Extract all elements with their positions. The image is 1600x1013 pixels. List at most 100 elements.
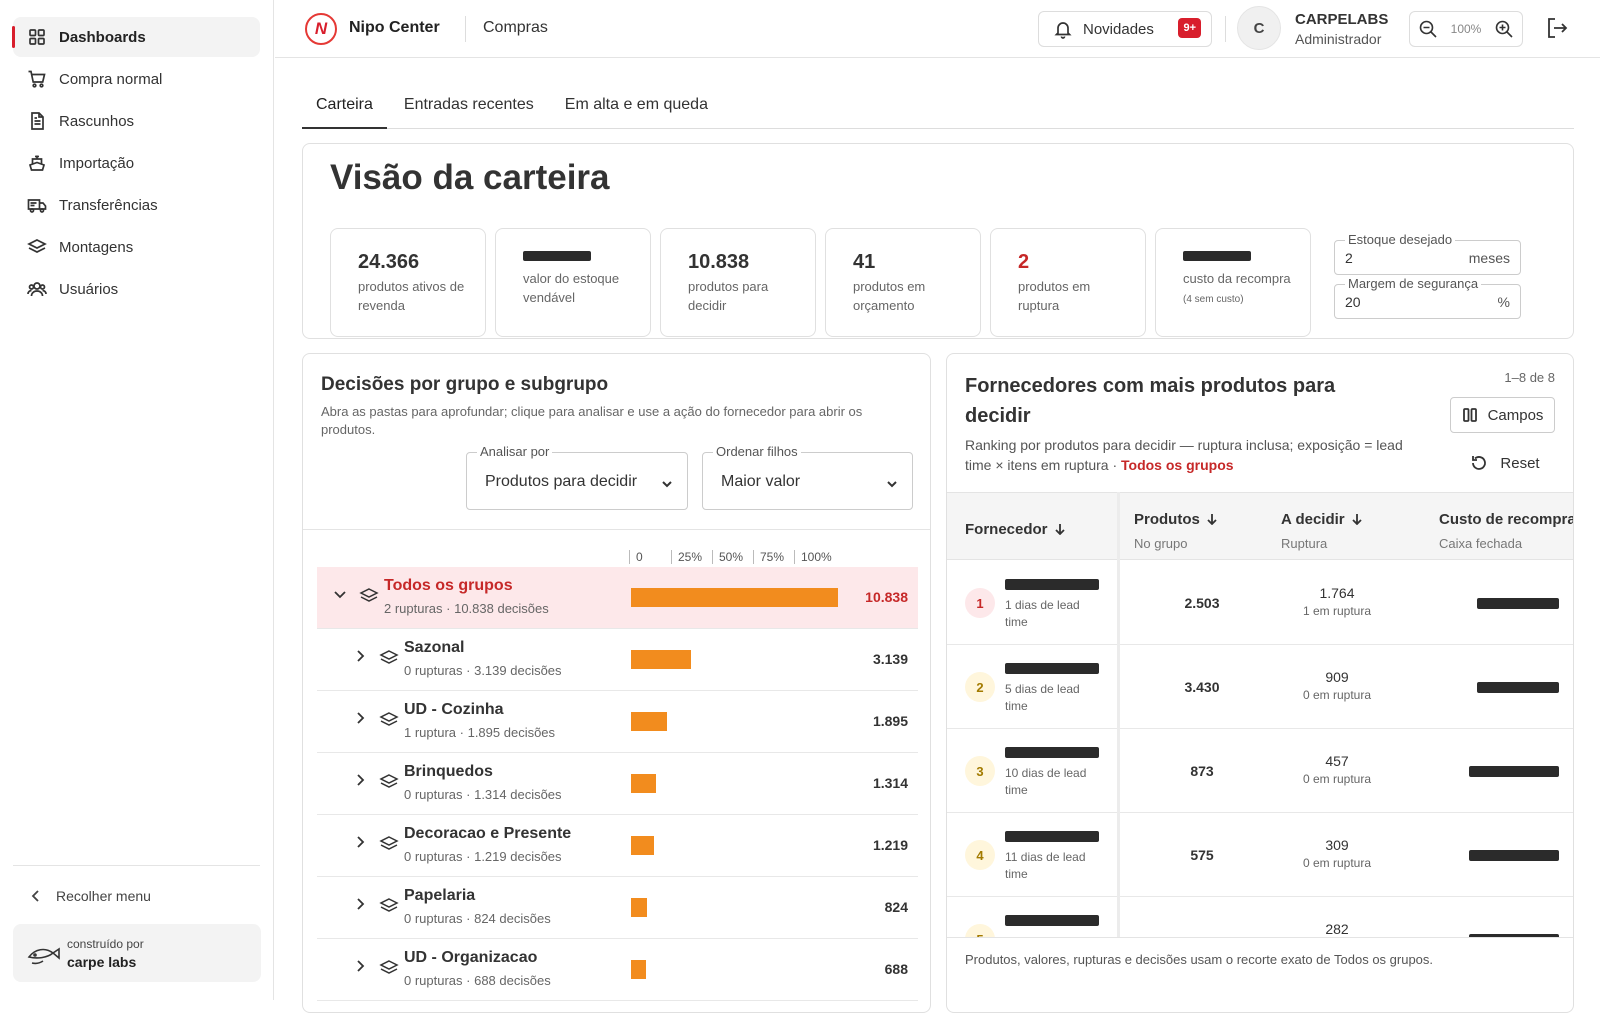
lead-time: 1 dias de lead time — [1005, 598, 1080, 629]
bar-axis: 0 25% 50% 75% 100% — [629, 550, 849, 564]
group-value-bar — [631, 650, 691, 669]
sidebar-item-dashboards[interactable]: Dashboards — [12, 17, 260, 57]
logout-icon — [1548, 18, 1568, 38]
column-title: Custo de recompra — [1439, 511, 1574, 528]
carpe-fish-logo-icon — [27, 947, 60, 965]
chevron-down-icon[interactable] — [333, 587, 347, 601]
document-icon — [27, 111, 47, 131]
supplier-row[interactable]: 4 11 dias de lead time 575 309 0 em ruptura — [947, 813, 1573, 897]
group-row[interactable]: Todos os grupos 2 rupturas · 10.838 decis… — [317, 567, 918, 629]
group-row[interactable]: Decoracao e Presente 0 rupturas · 1.219 d… — [317, 815, 918, 877]
kpi-label: produtos em orçamento — [853, 277, 980, 315]
kpi-card: 24.366 produtos ativos de revenda — [330, 228, 486, 337]
rupture-count: 0 em ruptura — [1302, 772, 1372, 786]
group-row[interactable]: Brinquedos 0 rupturas · 1.314 decisões 1.3… — [317, 753, 918, 815]
safety-margin-field[interactable]: Margem de segurança 20 % — [1334, 276, 1521, 319]
app-logo[interactable]: N — [305, 13, 337, 45]
kpi-card: valor do estoque vendável — [495, 228, 651, 337]
group-value: 688 — [884, 961, 908, 977]
sidebar-item-label: Usuários — [59, 280, 119, 298]
group-name: Brinquedos — [404, 763, 493, 780]
sidebar-divider — [13, 865, 260, 866]
group-row[interactable]: UD - Cozinha 1 ruptura · 1.895 decisões 1.… — [317, 691, 918, 753]
column-header-custo-de-recompra[interactable]: Custo de recompra — [1439, 511, 1574, 528]
group-value: 824 — [884, 899, 908, 915]
group-name: UD - Cozinha — [404, 701, 504, 718]
kpi-value: 10.838 — [688, 251, 750, 273]
group-value: 1.219 — [872, 837, 908, 853]
zoom-level: 100% — [1450, 22, 1482, 36]
rupture-count: 0 em ruptura — [1302, 856, 1372, 870]
sidebar-item-importacao[interactable]: Importação — [13, 143, 260, 183]
group-value-bar — [631, 960, 646, 979]
order-children-select[interactable]: Ordenar filhos Maior valor — [702, 444, 913, 510]
avatar[interactable]: C — [1237, 6, 1281, 50]
chevron-right-icon[interactable] — [353, 649, 367, 663]
chevron-right-icon[interactable] — [353, 897, 367, 911]
kpi-card: custo da recompra (4 sem custo) — [1155, 228, 1311, 337]
kpi-label-text: produtos em ruptura — [1018, 279, 1091, 313]
rank-badge: 3 — [965, 756, 995, 786]
group-summary: 0 rupturas · 1.219 decisões — [404, 849, 562, 864]
redacted-supplier-name — [1005, 579, 1099, 590]
group-value: 1.314 — [872, 775, 908, 791]
sidebar-item-usuarios[interactable]: Usuários — [13, 269, 260, 309]
tab-carteira[interactable]: Carteira — [302, 88, 387, 129]
desired-stock-value: 2 — [1345, 250, 1353, 266]
column-title: A decidir — [1281, 511, 1345, 528]
group-row[interactable]: UD - Organizacao 0 rupturas · 688 decisõe… — [317, 939, 918, 1001]
reset-button[interactable]: Reset — [1455, 446, 1555, 480]
to-decide-count: 309 — [1325, 837, 1349, 853]
group-summary: 2 rupturas · 10.838 decisões — [384, 601, 549, 616]
column-header-a-decidir[interactable]: A decidir — [1281, 511, 1363, 528]
supplier-row[interactable]: 2 5 dias de lead time 3.430 909 0 em ruptura — [947, 645, 1573, 729]
logout-button[interactable] — [1545, 16, 1569, 40]
fields-button[interactable]: Campos — [1450, 397, 1555, 433]
group-value: 1.895 — [872, 713, 908, 729]
group-value-bar — [631, 774, 656, 793]
tab-em-alta-e-em-queda[interactable]: Em alta e em queda — [551, 88, 722, 129]
rank-badge: 4 — [965, 840, 995, 870]
group-row[interactable]: Papelaria 0 rupturas · 824 decisões 824 — [317, 877, 918, 939]
sidebar-item-montagens[interactable]: Montagens — [13, 227, 260, 267]
ship-icon — [27, 153, 47, 173]
collapse-menu-button[interactable]: Recolher menu — [28, 888, 151, 904]
products-count: 2.503 — [1184, 595, 1220, 611]
column-subtitle: Ruptura — [1281, 536, 1328, 551]
supplier-row[interactable]: 1 1 dias de lead time 2.503 1.764 1 em ruptu… — [947, 561, 1573, 645]
supplier-row[interactable]: 3 10 dias de lead time 873 457 0 em ruptura — [947, 729, 1573, 813]
sidebar-item-transferencias[interactable]: Transferências — [13, 185, 260, 225]
chevron-right-icon[interactable] — [353, 711, 367, 725]
order-children-label: Ordenar filhos — [713, 444, 801, 459]
sidebar-nav: Dashboards Compra normal Rascunhos Impor… — [0, 17, 273, 311]
rank-badge: 2 — [965, 672, 995, 702]
fields-label: Campos — [1487, 406, 1544, 424]
truck-icon — [27, 195, 47, 215]
chevron-left-icon — [31, 890, 39, 902]
suppliers-group-link[interactable]: Todos os grupos — [1121, 457, 1234, 473]
group-name: Todos os grupos — [384, 577, 513, 594]
column-header-produtos[interactable]: Produtos — [1134, 511, 1218, 528]
chevron-right-icon[interactable] — [353, 773, 367, 787]
column-title: Produtos — [1134, 511, 1200, 528]
kpi-label-text: produtos para decidir — [688, 279, 769, 313]
kpi-label-text: custo da recompra — [1183, 271, 1291, 286]
groups-description: Abra as pastas para aprofundar; clique p… — [321, 404, 863, 437]
chevron-right-icon[interactable] — [353, 835, 367, 849]
sidebar-item-rascunhos[interactable]: Rascunhos — [13, 101, 260, 141]
chevron-right-icon[interactable] — [353, 959, 367, 973]
group-row[interactable]: Sazonal 0 rupturas · 3.139 decisões 3.139 — [317, 629, 918, 691]
axis-tick-label: 75% — [753, 550, 784, 564]
redacted-repurchase-cost — [1477, 682, 1559, 693]
desired-stock-field[interactable]: Estoque desejado 2 meses — [1334, 232, 1521, 275]
layers-icon — [379, 650, 399, 664]
column-header-fornecedor[interactable]: Fornecedor — [965, 521, 1066, 538]
news-button[interactable]: Novidades 9+ — [1038, 11, 1212, 47]
zoom-in-icon[interactable] — [1494, 19, 1514, 39]
suppliers-title: Fornecedores com mais produtos para deci… — [965, 375, 1336, 427]
products-count: 3.430 — [1184, 679, 1220, 695]
tab-entradas-recentes[interactable]: Entradas recentes — [390, 88, 548, 129]
sidebar-item-compra-normal[interactable]: Compra normal — [13, 59, 260, 99]
analyze-by-select[interactable]: Analisar por Produtos para decidir — [466, 444, 688, 510]
zoom-out-icon[interactable] — [1418, 19, 1438, 39]
